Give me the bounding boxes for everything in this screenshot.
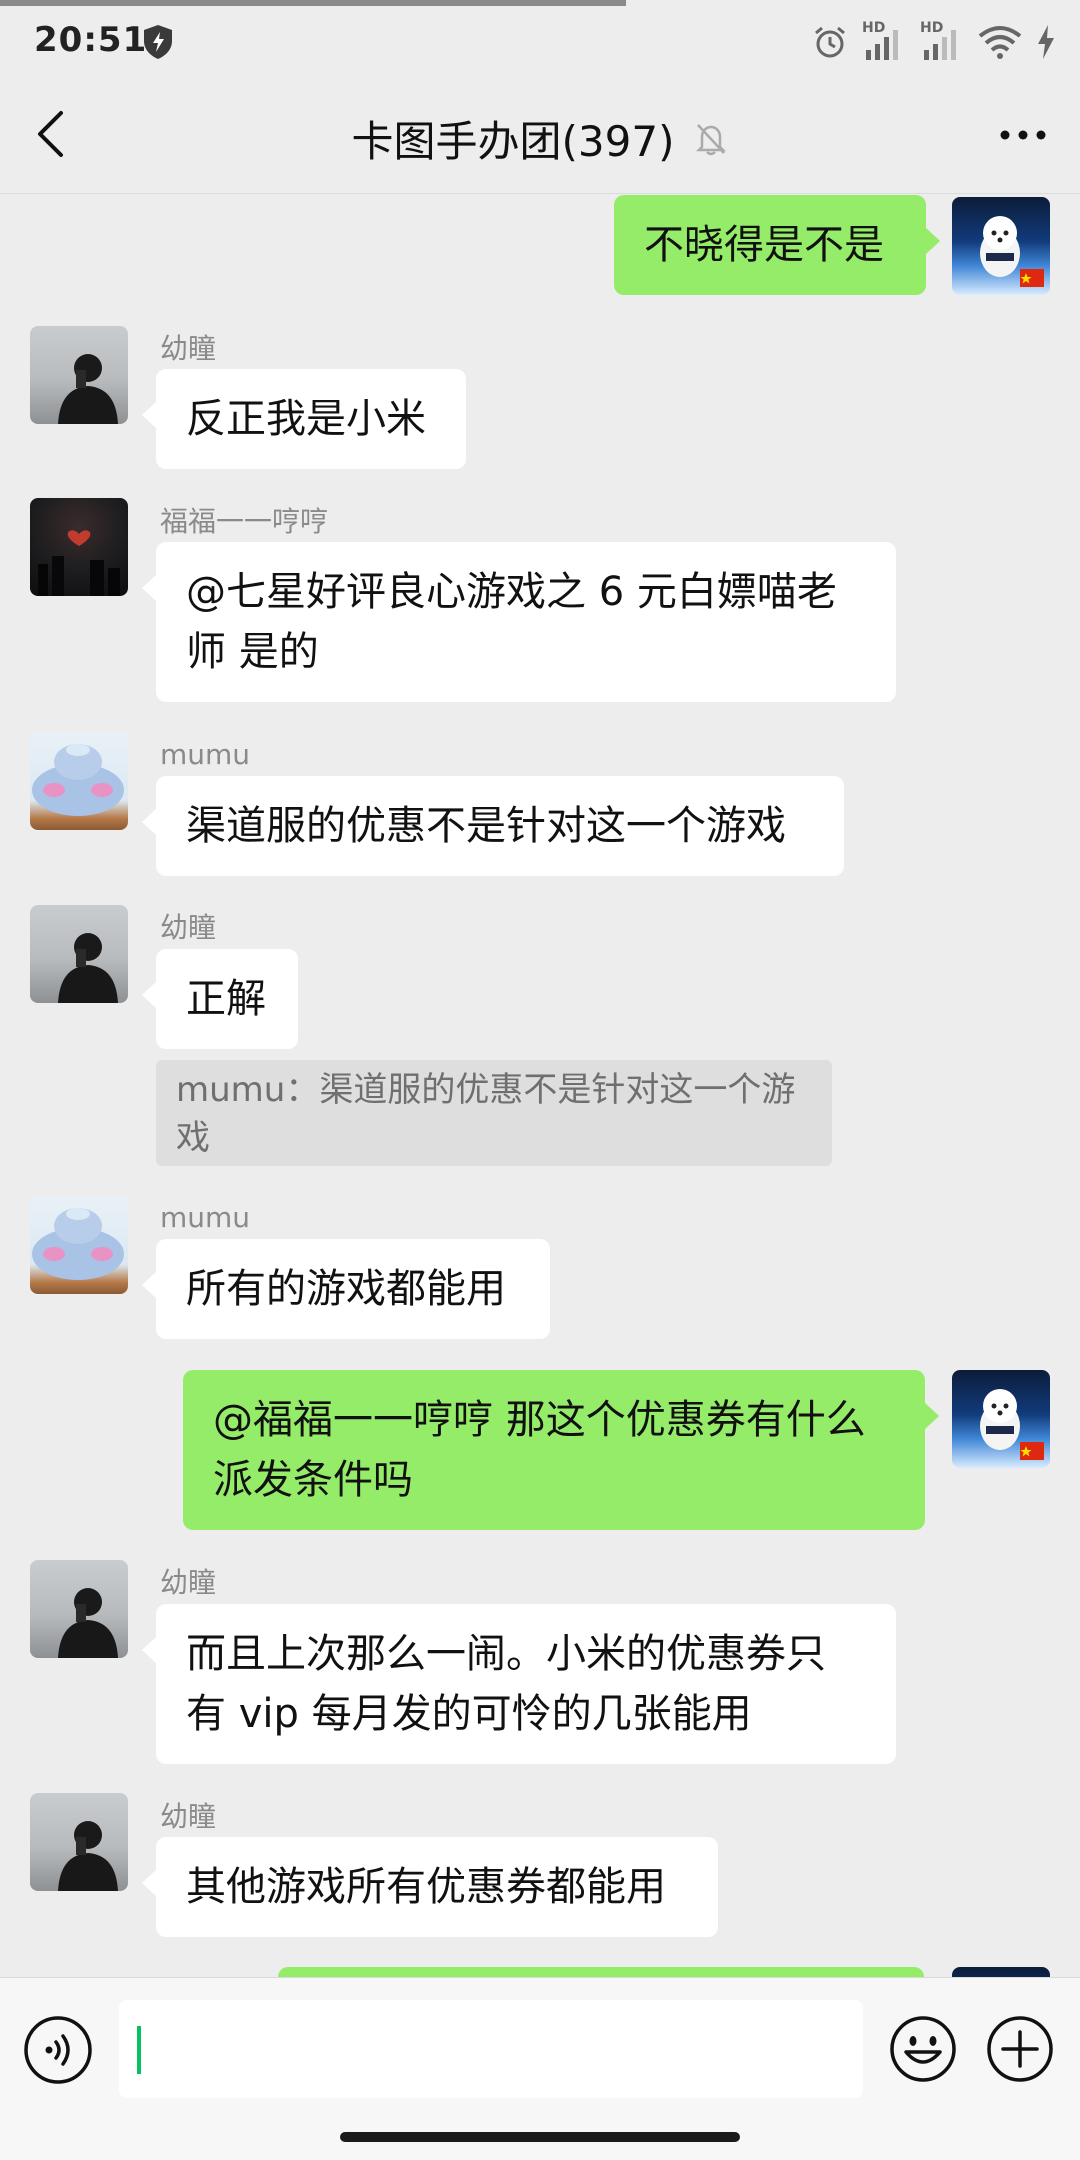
user-avatar-youtong[interactable] [30,905,128,1003]
sender-name: 幼瞳 [160,1800,217,1833]
message-text: 不晓得是不是 [644,222,884,268]
sender-name: 幼瞳 [160,332,217,365]
signal-bars-icon [866,30,898,60]
status-time: 20:51 [34,20,148,60]
shield-icon [144,25,172,59]
dog-avatar-image [980,1389,1044,1460]
message-bubble[interactable]: 渠道服的优惠不是针对这一个游戏 [142,776,844,876]
message-text-line-1: 而且上次那么一闹。小米的优惠券只 [186,1631,826,1677]
muted-bell-icon [696,123,727,155]
message-text: 反正我是小米 [186,396,426,442]
boy-selfie-image [58,933,118,1003]
signal-bars-icon-2 [924,30,956,60]
dog-avatar-image [980,216,1044,287]
chat-title: 卡图手办团(397) [351,117,675,166]
status-bar: 20:51 HD HD [0,6,1080,74]
message-bubble[interactable]: 而且上次那么一闹。小米的优惠券只 有 vip 每月发的可怜的几张能用 [142,1604,896,1764]
message-text: 渠道服的优惠不是针对这一个游戏 [186,803,786,849]
message-bubble[interactable]: 反正我是小米 [142,369,466,469]
chat-screen: 20:51 HD HD 卡图手办团(397) 不晓得是不是 幼瞳 反正我是小米 … [0,0,1080,2160]
sender-name: 福福一一哼哼 [160,505,329,538]
chat-header: 卡图手办团(397) [0,74,1080,194]
charging-icon [1038,25,1054,59]
quoted-message[interactable]: mumu：渠道服的优惠不是针对这一个游 戏 [156,1060,832,1166]
user-avatar-fufu[interactable] [30,498,128,596]
more-dots-icon [1000,130,1046,140]
user-avatar-mumu[interactable] [30,732,128,830]
message-bubble[interactable]: 不晓得是不是 [614,195,940,295]
message-text-line-2: 师 是的 [186,629,319,675]
more-options-button[interactable] [988,110,1058,160]
my-avatar[interactable] [952,1370,1050,1468]
message-bubble[interactable]: 其他游戏所有优惠券都能用 [142,1837,718,1937]
message-text-line-1: @七星好评良心游戏之 6 元白嫖喵老 [186,569,837,615]
message-bubble[interactable]: 所有的游戏都能用 [142,1239,550,1339]
user-avatar-youtong[interactable] [30,1793,128,1891]
emoji-icon[interactable] [888,2014,958,2084]
mumu-avatar-image [32,744,124,816]
message-bubble[interactable]: @七星好评良心游戏之 6 元白嫖喵老 师 是的 [142,542,896,702]
message-text-line-2: 派发条件吗 [213,1457,413,1503]
message-bubble[interactable]: @福福一一哼哼 那这个优惠券有什么 派发条件吗 [183,1370,939,1530]
sender-name: 幼瞳 [160,1566,217,1599]
signal-2: HD [920,20,964,62]
status-icons: HD HD [812,20,1056,64]
message-text: 所有的游戏都能用 [186,1266,506,1312]
boy-selfie-image [58,354,118,424]
boy-selfie-image [58,1821,118,1891]
user-avatar-youtong[interactable] [30,1560,128,1658]
alarm-icon [815,26,845,58]
sender-name: mumu [160,738,251,771]
boy-selfie-image [58,1588,118,1658]
message-list[interactable]: 不晓得是不是 幼瞳 反正我是小米 福福一一哼哼 @七星好评良心游戏之 6 元白嫖… [0,195,1080,1977]
wifi-icon [978,26,1022,59]
sender-name: mumu [160,1201,251,1234]
user-avatar-youtong[interactable] [30,326,128,424]
message-text-line-2: 有 vip 每月发的可怜的几张能用 [186,1691,752,1737]
voice-icon[interactable] [22,2014,94,2086]
my-avatar-partial[interactable] [952,1967,1050,1977]
message-text: 其他游戏所有优惠券都能用 [186,1864,666,1910]
text-caret [137,2026,141,2074]
message-input[interactable] [119,2000,863,2098]
sender-name: 幼瞳 [160,911,217,944]
message-text: 正解 [186,976,266,1022]
message-text-line-1: @福福一一哼哼 那这个优惠券有什么 [213,1397,866,1443]
home-indicator[interactable] [340,2132,740,2142]
input-bar [0,1977,1080,2160]
quote-text-line-1: mumu：渠道服的优惠不是针对这一个游 [176,1070,796,1110]
partial-message-bubble[interactable] [278,1967,924,1977]
mumu-avatar-image [32,1208,124,1280]
quote-text-line-2: 戏 [176,1118,210,1158]
plus-icon[interactable] [985,2014,1055,2084]
signal-1: HD [862,20,906,62]
message-bubble[interactable]: 正解 [142,949,298,1049]
user-avatar-mumu[interactable] [30,1196,128,1294]
night-city-image [38,530,120,596]
my-avatar[interactable] [952,197,1050,295]
